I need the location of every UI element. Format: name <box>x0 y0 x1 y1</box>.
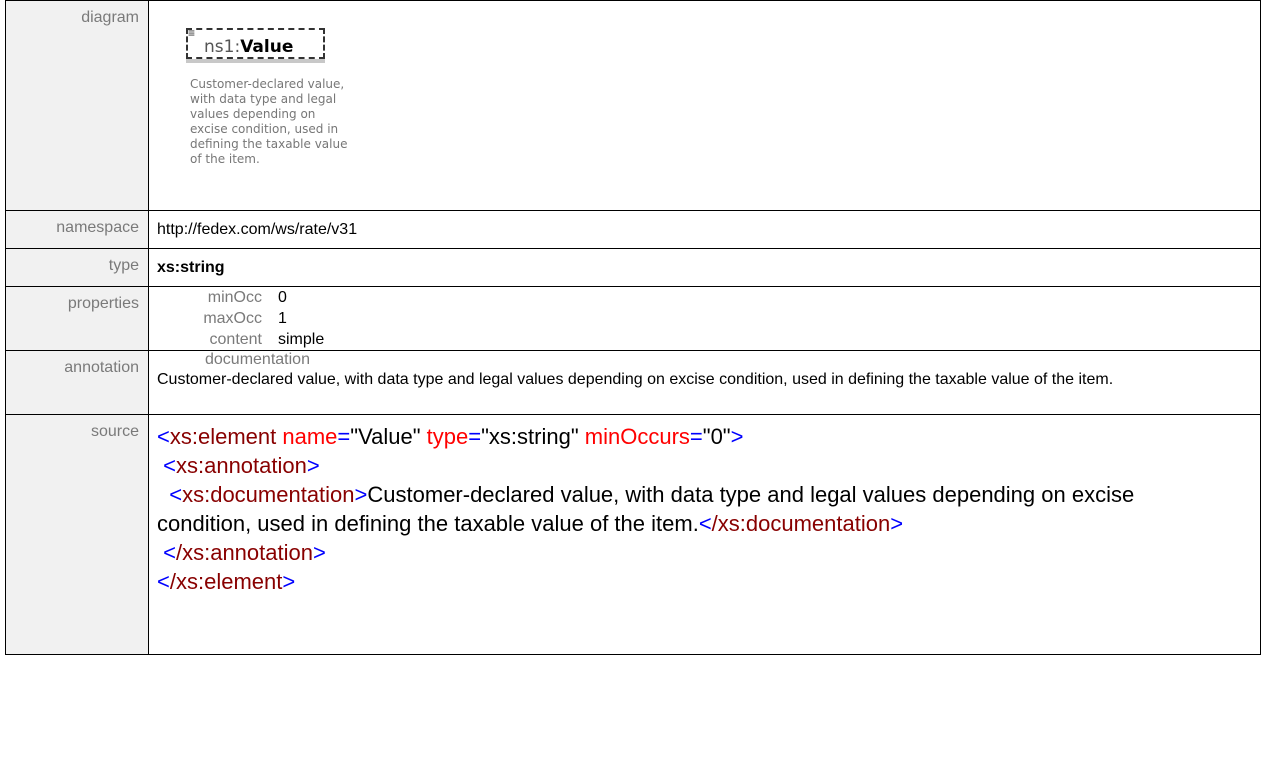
annotation-label: annotation <box>5 350 149 415</box>
property-row: content simple <box>209 331 325 348</box>
annotation-text: Customer-declared value, with data type … <box>157 371 1114 388</box>
source-line: <xs:element name="Value" type="xs:string… <box>157 424 744 449</box>
annotation-heading: documentation <box>205 351 310 368</box>
source-label: source <box>5 414 149 655</box>
type-row: type xs:string <box>5 248 1261 287</box>
type-label: type <box>5 248 149 287</box>
source-line: </xs:element> <box>157 569 296 594</box>
diagram-row: diagram ≡ ns1:Value Customer-declared va… <box>5 0 1261 211</box>
property-row: minOcc 0 <box>207 289 287 306</box>
documentation-icon: ≡ <box>188 26 196 40</box>
source-line: <xs:documentation>Customer-declared valu… <box>157 482 1135 536</box>
properties-table: minOcc 0 maxOcc 1 content simple <box>149 287 324 350</box>
source-line: </xs:annotation> <box>163 540 326 565</box>
type-value[interactable]: xs:string <box>148 248 1261 287</box>
properties-label: properties <box>5 286 149 351</box>
source-row: source <xs:element name="Value" type="xs… <box>5 414 1261 655</box>
schema-doc-table: diagram ≡ ns1:Value Customer-declared va… <box>5 0 1261 655</box>
diagram-description: Customer-declared value, with data type … <box>190 77 348 166</box>
namespace-row: namespace http://fedex.com/ws/rate/v31 <box>5 210 1261 249</box>
namespace-label: namespace <box>5 210 149 249</box>
source-code: <xs:element name="Value" type="xs:string… <box>157 415 1260 596</box>
diagram-label: diagram <box>5 0 149 211</box>
element-name: ns1:Value <box>204 37 294 57</box>
source-line: <xs:annotation> <box>163 453 320 478</box>
element-diagram: ≡ ns1:Value Customer-declared value, wit… <box>149 1 1260 210</box>
namespace-value: http://fedex.com/ws/rate/v31 <box>148 210 1261 249</box>
properties-row: properties minOcc 0 maxOcc 1 content simple <box>5 286 1261 351</box>
annotation-row: annotation documentation Customer-declar… <box>5 350 1261 415</box>
property-row: maxOcc 1 <box>203 310 287 327</box>
